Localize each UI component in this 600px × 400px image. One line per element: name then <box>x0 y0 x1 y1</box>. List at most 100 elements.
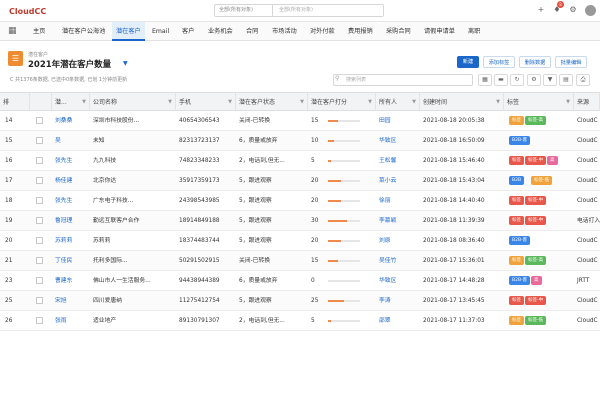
owner-link[interactable]: 吴佳竹 <box>376 251 420 271</box>
column-header-company[interactable]: 公司名称 ▼ <box>90 93 176 112</box>
owner-link[interactable]: 华致区 <box>376 271 420 291</box>
lead-source: CloudC <box>577 198 598 204</box>
lead-name-link[interactable]: 鲁冠理 <box>52 211 90 231</box>
nav-item-contracts[interactable]: 合同 <box>246 22 258 41</box>
table-row[interactable]: 25 宋旭 四川爱唐纳 11275412754 5，跟进观察 25 李涛 2021-08-17… <box>0 291 600 311</box>
nav-item-leads[interactable]: 潜在客户 <box>112 22 145 41</box>
delete-data-button[interactable]: 删除数据 <box>519 56 551 68</box>
lead-name-link[interactable]: 杨佳建 <box>52 171 90 191</box>
table-row[interactable]: 23 曹建东 佛山市人一生活服务... 94438944389 6，质量或放弃 0 华致区 2… <box>0 271 600 291</box>
lead-name-link[interactable]: 苏莉莉 <box>52 231 90 251</box>
table-row[interactable]: 21 丁佳民 托利多国际... 50291502915 关闭-已转换 15 吴佳竹 2021-… <box>0 251 600 271</box>
row-checkbox[interactable] <box>36 237 43 244</box>
column-header-phone[interactable]: 手机 ▼ <box>176 93 236 112</box>
owner-link[interactable]: 王松馨 <box>376 151 420 171</box>
app-launcher-icon[interactable]: ▦ <box>8 26 17 36</box>
owner-link[interactable]: 徐丽 <box>376 191 420 211</box>
chevron-down-icon[interactable]: ▼ <box>168 93 172 112</box>
owner-link[interactable]: 华致区 <box>376 131 420 151</box>
lead-name-link[interactable]: 宋旭 <box>52 291 90 311</box>
column-header-created[interactable]: 创建时间 ▼ <box>420 93 504 112</box>
row-checkbox[interactable] <box>36 137 43 144</box>
select-all-checkbox[interactable] <box>30 93 52 112</box>
nav-item-expenses[interactable]: 费用报销 <box>348 22 373 41</box>
nav-item-lead-pool[interactable]: 潜在客户公海池 <box>62 22 105 41</box>
chart-icon[interactable]: ▬ <box>494 74 508 86</box>
table-row[interactable]: 14 刘桑桑 深圳市科技股份... 40654306543 关闭-已转换 15 田园 2021… <box>0 111 600 131</box>
chevron-down-icon[interactable]: ▼ <box>300 93 304 112</box>
lead-name-link[interactable]: 吴 <box>52 131 90 151</box>
owner-link[interactable]: 邵翠 <box>376 311 420 331</box>
print-icon[interactable]: ⎙ <box>576 74 590 86</box>
owner-link[interactable]: 刘原 <box>376 231 420 251</box>
nav-item-leave-requests[interactable]: 请假申请单 <box>424 22 455 41</box>
table-row[interactable]: 26 张雨 适业地产 89130791307 2，电话到,但无... 5 邵翠 2021-08… <box>0 311 600 331</box>
nav-item-resignation[interactable]: 离职 <box>468 22 480 41</box>
list-settings-icon[interactable]: ▦ <box>478 74 492 86</box>
list-search-input[interactable]: 搜索列表 <box>333 74 473 86</box>
avatar[interactable] <box>585 5 596 16</box>
row-checkbox[interactable] <box>36 257 43 264</box>
lead-name-link[interactable]: 张先生 <box>52 191 90 211</box>
owner-link[interactable]: 李慕颖 <box>376 211 420 231</box>
bulk-edit-button[interactable]: 批量编辑 <box>555 56 587 68</box>
page-title[interactable]: 2021年潜在客户数量 <box>28 58 111 70</box>
columns-icon[interactable]: ▤ <box>559 74 573 86</box>
nav-item-accounts[interactable]: 客户 <box>182 22 194 41</box>
row-checkbox[interactable] <box>36 157 43 164</box>
chevron-down-icon[interactable]: ▼ <box>496 93 500 112</box>
chevron-down-icon[interactable]: ▼ <box>412 93 416 112</box>
chevron-down-icon[interactable]: ▼ <box>123 60 128 67</box>
filter-icon[interactable]: ▼ <box>543 74 557 86</box>
table-row[interactable]: 17 杨佳建 北京你达 35917359173 5，跟进观察 20 菜小云 2021-08-1… <box>0 171 600 191</box>
column-header-name[interactable]: 潜... ▼ <box>52 93 90 112</box>
lead-name-link[interactable]: 曹建东 <box>52 271 90 291</box>
column-header-status[interactable]: 潜在客户状态 ▼ <box>236 93 308 112</box>
table-row[interactable]: 19 鲁冠理 勤远互联客户合作 18914849188 5，跟进观察 30 李慕颖 2021-… <box>0 211 600 231</box>
nav-item-email[interactable]: Email <box>152 22 169 41</box>
row-checkbox[interactable] <box>36 177 43 184</box>
nav-item-home[interactable]: 主页 <box>33 22 45 41</box>
table-row[interactable]: 15 吴未知 82313723137 6，质量或放弃 10 华致区 2021-08-18 1… <box>0 131 600 151</box>
chevron-down-icon[interactable]: ▼ <box>82 93 86 112</box>
table-row[interactable]: 20 苏莉莉 苏莉莉 18374483744 5，跟进观察 20 刘原 2021-08-18 … <box>0 231 600 251</box>
column-header-score[interactable]: 潜在客户打分 ▼ <box>308 93 376 112</box>
settings-icon[interactable]: ⚙ <box>568 4 578 16</box>
gear-icon[interactable]: ⚙ <box>527 74 541 86</box>
owner-link[interactable]: 李涛 <box>376 291 420 311</box>
lead-name-link[interactable]: 刘桑桑 <box>52 111 90 131</box>
nav-item-purchase-contracts[interactable]: 采购合同 <box>386 22 411 41</box>
global-search[interactable]: 全部(所有对象) 全部(所有对象) <box>214 4 384 17</box>
nav-item-payments[interactable]: 对外付款 <box>310 22 335 41</box>
row-checkbox[interactable] <box>36 317 43 324</box>
chevron-down-icon[interactable]: ▼ <box>368 93 372 112</box>
table-row[interactable]: 16 张先生 九九科技 74823348233 2，电话到,但无... 5 王松馨 2021-… <box>0 151 600 171</box>
lead-name-link[interactable]: 张先生 <box>52 151 90 171</box>
owner-link[interactable]: 菜小云 <box>376 171 420 191</box>
owner-link[interactable]: 田园 <box>376 111 420 131</box>
chevron-down-icon[interactable]: ▼ <box>228 93 232 112</box>
lead-source: CloudC <box>577 158 598 164</box>
row-checkbox[interactable] <box>36 117 43 124</box>
row-checkbox[interactable] <box>36 277 43 284</box>
row-checkbox[interactable] <box>36 297 43 304</box>
table-row[interactable]: 18 张先生 广东电子科技... 24398543985 5，跟进观察 20 徐丽 2021-… <box>0 191 600 211</box>
column-header-source[interactable]: 来源 <box>574 93 600 112</box>
lead-name-link[interactable]: 丁佳民 <box>52 251 90 271</box>
lead-name-link[interactable]: 张雨 <box>52 311 90 331</box>
row-checkbox[interactable] <box>36 217 43 224</box>
nav-item-opportunities[interactable]: 业务机会 <box>208 22 233 41</box>
global-search-input[interactable]: 全部(所有对象) <box>275 5 383 16</box>
nav-item-campaigns[interactable]: 市场活动 <box>272 22 297 41</box>
column-header-owner[interactable]: 所有人 ▼ <box>376 93 420 112</box>
app-logo[interactable]: CloudCC <box>9 7 46 16</box>
refresh-icon[interactable]: ↻ <box>510 74 524 86</box>
add-tag-button[interactable]: 添加标签 <box>483 56 515 68</box>
row-checkbox[interactable] <box>36 197 43 204</box>
new-button[interactable]: 新建 <box>457 56 479 68</box>
column-header-index[interactable]: 排 <box>0 93 30 112</box>
column-header-tags[interactable]: 标签 ▼ <box>504 93 574 112</box>
search-scope-select[interactable]: 全部(所有对象) <box>215 5 273 16</box>
chevron-down-icon[interactable]: ▼ <box>566 93 570 112</box>
plus-icon[interactable]: + <box>536 4 546 16</box>
